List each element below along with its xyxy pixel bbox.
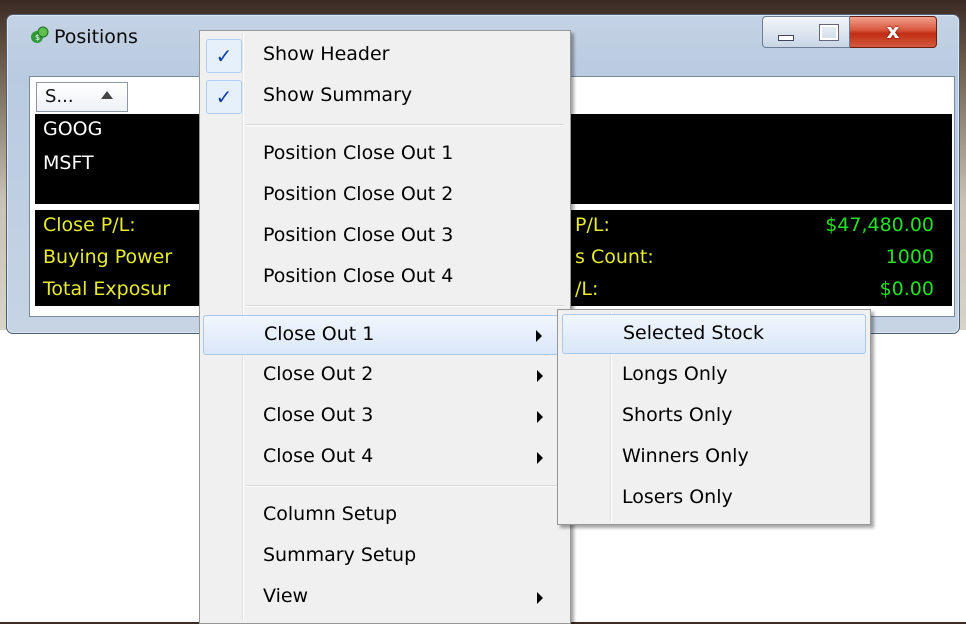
menu-item-label: Close Out 4 bbox=[263, 445, 374, 467]
submenu-item-winners-only[interactable]: Winners Only bbox=[562, 438, 864, 476]
submenu-arrow-icon bbox=[537, 592, 543, 604]
sort-ascending-icon bbox=[101, 91, 113, 99]
submenu-arrow-icon bbox=[537, 370, 543, 382]
summary-label: Total Exposur bbox=[43, 278, 171, 300]
menu-item-close-out-2[interactable]: Close Out 2 bbox=[203, 356, 565, 394]
menu-item-position-close-out-2[interactable]: Position Close Out 2 bbox=[203, 176, 565, 214]
summary-label: /L: bbox=[575, 278, 599, 300]
maximize-icon bbox=[819, 24, 839, 41]
menu-item-position-close-out-1[interactable]: Position Close Out 1 bbox=[203, 135, 565, 173]
menu-item-label: Column Setup bbox=[263, 503, 398, 525]
menu-item-close-out-1[interactable]: Close Out 1 bbox=[203, 315, 565, 355]
menu-item-label: Summary Setup bbox=[263, 544, 417, 566]
menu-item-label: Close Out 1 bbox=[264, 323, 375, 345]
menu-item-position-close-out-3[interactable]: Position Close Out 3 bbox=[203, 217, 565, 255]
svg-text:$: $ bbox=[35, 33, 40, 42]
menu-item-label: Position Close Out 2 bbox=[263, 183, 454, 205]
menu-item-label: Winners Only bbox=[622, 445, 749, 467]
menu-separator bbox=[246, 124, 564, 126]
menu-item-summary-setup[interactable]: Summary Setup bbox=[203, 537, 565, 575]
maximize-button[interactable] bbox=[807, 16, 850, 48]
submenu-item-losers-only[interactable]: Losers Only bbox=[562, 479, 864, 517]
summary-label: s Count: bbox=[575, 246, 654, 268]
menu-item-label: Longs Only bbox=[622, 363, 728, 385]
menu-item-label: View bbox=[263, 585, 309, 607]
menu-item-label: Show Header bbox=[263, 43, 390, 65]
close-icon: x bbox=[886, 19, 900, 43]
close-button[interactable]: x bbox=[850, 16, 937, 48]
menu-item-label: Position Close Out 3 bbox=[263, 224, 454, 246]
menu-item-close-out-3[interactable]: Close Out 3 bbox=[203, 397, 565, 435]
submenu-arrow-icon bbox=[537, 452, 543, 464]
minimize-button[interactable] bbox=[762, 16, 808, 48]
menu-item-label: Position Close Out 1 bbox=[263, 142, 454, 164]
positions-app-icon: $ bbox=[31, 26, 49, 43]
menu-separator bbox=[246, 485, 564, 487]
submenu-arrow-icon bbox=[536, 330, 542, 342]
menu-item-show-header[interactable]: ✓ Show Header bbox=[203, 36, 565, 74]
menu-item-close-out-4[interactable]: Close Out 4 bbox=[203, 438, 565, 476]
minimize-icon bbox=[778, 35, 794, 41]
menu-item-label: Close Out 2 bbox=[263, 363, 374, 385]
window-title: Positions bbox=[54, 26, 138, 48]
context-menu: ✓ Show Header ✓ Show Summary Position Cl… bbox=[199, 30, 571, 624]
submenu-arrow-icon bbox=[537, 411, 543, 423]
column-header-label: S... bbox=[45, 86, 74, 107]
table-row[interactable]: MSFT bbox=[43, 152, 94, 174]
close-out-submenu: Selected Stock Longs Only Shorts Only Wi… bbox=[557, 309, 871, 525]
submenu-item-shorts-only[interactable]: Shorts Only bbox=[562, 397, 864, 435]
menu-item-position-close-out-4[interactable]: Position Close Out 4 bbox=[203, 258, 565, 296]
menu-item-label: Position Close Out 4 bbox=[263, 265, 454, 287]
summary-value: $47,480.00 bbox=[825, 214, 934, 236]
summary-label: Close P/L: bbox=[43, 214, 136, 236]
menu-item-show-summary[interactable]: ✓ Show Summary bbox=[203, 77, 565, 115]
menu-item-label: Shorts Only bbox=[622, 404, 733, 426]
menu-item-view[interactable]: View bbox=[203, 578, 565, 616]
summary-value: $0.00 bbox=[879, 278, 934, 300]
column-header-symbol[interactable]: S... bbox=[36, 82, 128, 112]
summary-label: Buying Power bbox=[43, 246, 173, 268]
checkmark-icon: ✓ bbox=[206, 39, 242, 73]
table-row[interactable]: GOOG bbox=[43, 118, 102, 140]
submenu-item-selected-stock[interactable]: Selected Stock bbox=[562, 314, 866, 354]
summary-label: P/L: bbox=[575, 214, 610, 236]
menu-item-label: Losers Only bbox=[622, 486, 733, 508]
checkmark-icon: ✓ bbox=[206, 80, 242, 114]
menu-separator bbox=[246, 305, 564, 307]
menu-item-label: Show Summary bbox=[263, 84, 413, 106]
menu-item-label: Close Out 3 bbox=[263, 404, 374, 426]
summary-value: 1000 bbox=[885, 246, 934, 268]
menu-item-label: Selected Stock bbox=[623, 322, 764, 344]
menu-item-column-setup[interactable]: Column Setup bbox=[203, 496, 565, 534]
submenu-item-longs-only[interactable]: Longs Only bbox=[562, 356, 864, 394]
